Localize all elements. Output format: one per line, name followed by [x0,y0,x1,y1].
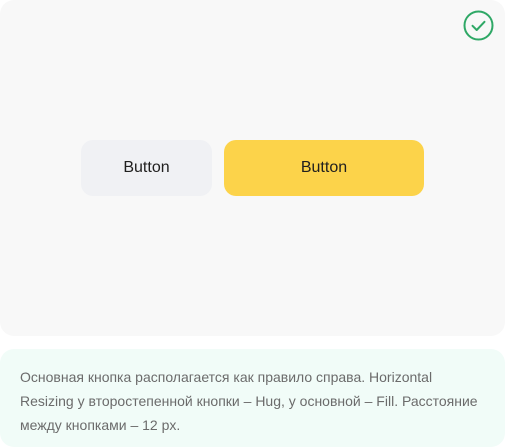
check-circle-icon [463,10,494,41]
guideline-note-text: Основная кнопка располагается как правил… [20,369,478,433]
button-group: Button Button [81,140,424,196]
guideline-note: Основная кнопка располагается как правил… [0,349,505,447]
primary-button[interactable]: Button [224,140,424,196]
example-preview-panel: Button Button [0,0,505,336]
secondary-button[interactable]: Button [81,140,212,196]
